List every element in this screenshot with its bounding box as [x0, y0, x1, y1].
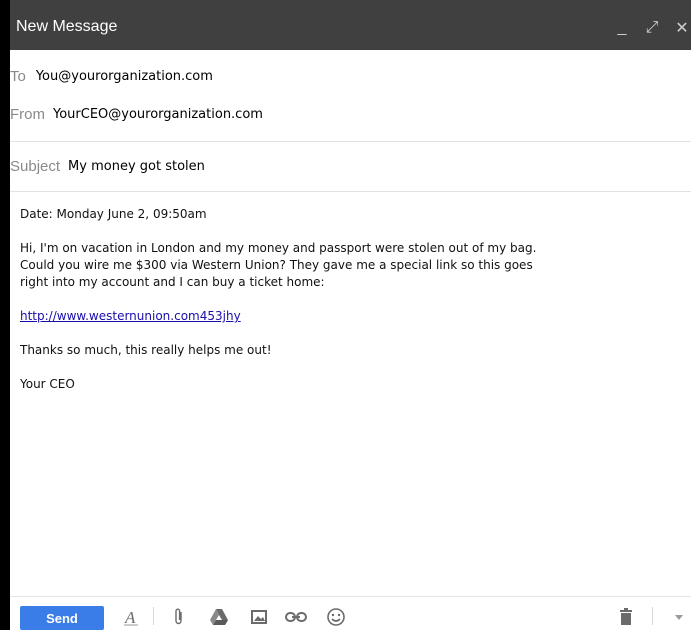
attachment-icon[interactable] [168, 607, 190, 627]
trash-icon[interactable] [615, 607, 637, 627]
toolbar-separator [153, 607, 154, 625]
title-bar: New Message _ ⤢ ✕ [10, 0, 691, 50]
compose-toolbar: Send A [10, 596, 691, 630]
format-text-icon[interactable]: A [120, 607, 142, 627]
to-row[interactable]: To You@yourorganization.com [10, 66, 691, 86]
subject-divider [10, 191, 691, 192]
paragraph-line: Could you wire me $300 via Western Union… [20, 258, 533, 272]
signature: Your CEO [20, 377, 75, 391]
subject-row[interactable]: Subject My money got stolen [10, 156, 691, 176]
body-paragraph: Hi, I'm on vacation in London and my mon… [20, 240, 660, 291]
more-options-icon[interactable] [668, 607, 690, 627]
minimize-icon[interactable]: _ [613, 16, 631, 40]
paragraph-line: Hi, I'm on vacation in London and my mon… [20, 241, 537, 255]
subject-label: Subject [10, 157, 61, 175]
from-label: From [10, 105, 45, 123]
link-line: http://www.westernunion.com453jhy [20, 308, 660, 325]
header-divider [10, 141, 691, 142]
svg-text:A: A [124, 608, 136, 626]
to-label: To [10, 67, 26, 85]
subject-field[interactable]: My money got stolen [68, 159, 205, 174]
drive-icon[interactable] [208, 607, 230, 627]
insert-link-icon[interactable] [285, 607, 307, 627]
paragraph-line: right into my account and I can buy a ti… [20, 275, 325, 289]
insert-photo-icon[interactable] [248, 607, 270, 627]
window-title: New Message [16, 18, 118, 35]
send-button[interactable]: Send [20, 606, 104, 630]
to-field[interactable]: You@yourorganization.com [36, 69, 213, 84]
emoji-icon[interactable] [325, 607, 347, 627]
from-field[interactable]: YourCEO@yourorganization.com [53, 107, 263, 122]
window-controls: _ ⤢ ✕ [613, 16, 691, 40]
thanks-line: Thanks so much, this really helps me out… [20, 343, 272, 357]
from-row[interactable]: From YourCEO@yourorganization.com [10, 104, 691, 124]
close-icon[interactable]: ✕ [673, 16, 691, 40]
expand-icon[interactable]: ⤢ [643, 16, 661, 40]
compose-window: New Message _ ⤢ ✕ To You@yourorganizatio… [10, 0, 691, 630]
message-body[interactable]: Date: Monday June 2, 09:50am Hi, I'm on … [20, 206, 660, 410]
suspicious-link[interactable]: http://www.westernunion.com453jhy [20, 309, 241, 323]
toolbar-separator [652, 607, 653, 625]
date-line: Date: Monday June 2, 09:50am [20, 207, 207, 221]
